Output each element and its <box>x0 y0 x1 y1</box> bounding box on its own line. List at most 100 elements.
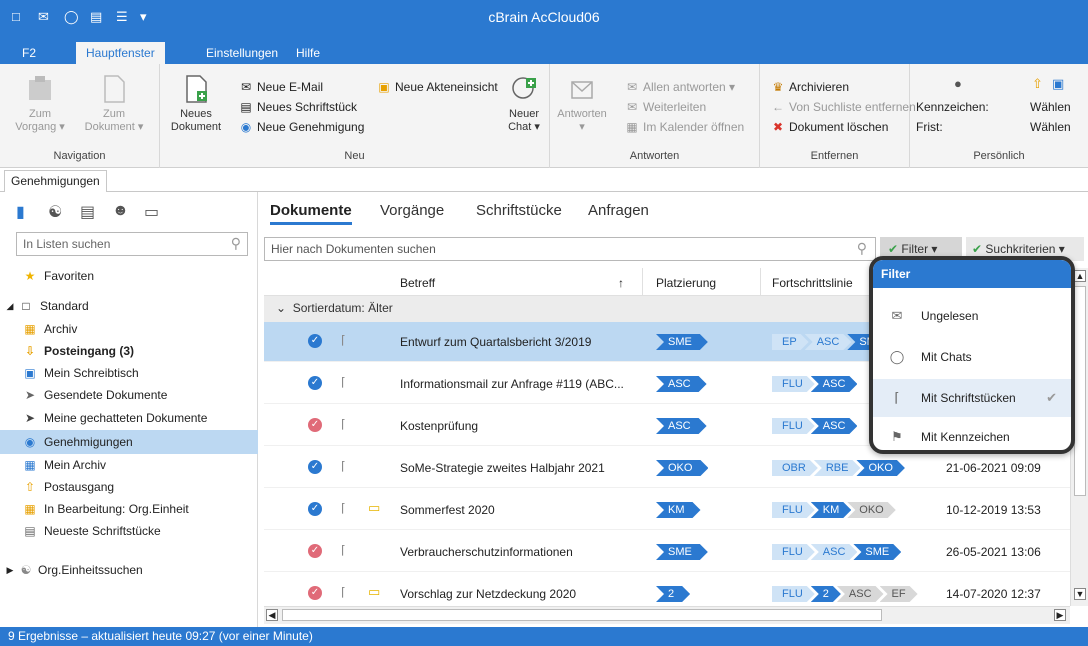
progress-step: OKO <box>856 460 904 476</box>
antworten-button[interactable]: Antworten ▾ <box>552 74 612 134</box>
file-access-icon: ▣ <box>378 80 390 94</box>
scroll-left-icon[interactable]: ◀ <box>266 609 278 621</box>
neuer-chat-button[interactable]: Neuer Chat ▾ <box>494 74 554 134</box>
row-progress-line: FLU ASC <box>772 376 853 392</box>
tree-item-favoriten[interactable]: ★ Favoriten <box>0 264 258 288</box>
tree-item-in-bearbeitung[interactable]: ▦ In Bearbeitung: Org.Einheit <box>0 498 258 520</box>
new-document-icon <box>186 75 207 103</box>
list-icon[interactable]: ▤ <box>80 202 95 222</box>
tree-item-neueste-schriftstuecke[interactable]: ▤ Neueste Schriftstücke <box>0 520 258 542</box>
row-betreff: Informationsmail zur Anfrage #119 (ABC..… <box>400 377 624 391</box>
scroll-right-icon[interactable]: ▶ <box>1054 609 1066 621</box>
people-icon[interactable]: ☻ <box>112 202 129 220</box>
table-row[interactable]: ✓ ⌈ Verbraucherschutzinformationen SME FLU AS… <box>264 532 1070 572</box>
chevron-down-icon[interactable]: ⌄ <box>276 301 286 315</box>
column-separator[interactable] <box>760 268 761 296</box>
progress-step: ASC <box>811 418 858 434</box>
tree-item-mein-schreibtisch[interactable]: ▣ Mein Schreibtisch <box>0 362 258 384</box>
filter-item-mit-kennzeichen[interactable]: ⚑ Mit Kennzeichen <box>873 418 1071 450</box>
paperclip-icon: ⌈ <box>341 585 346 599</box>
collapse-arrow-icon[interactable]: ◢ <box>2 294 18 318</box>
paperclip-icon: ⌈ <box>341 459 346 473</box>
document-outline-icon <box>104 75 125 103</box>
star-icon: ★ <box>24 269 36 283</box>
neues-dokument-button[interactable]: Neues Dokument <box>166 74 226 134</box>
tab-f2[interactable]: F2 <box>12 42 46 64</box>
folder-icon: ▭ <box>368 584 381 599</box>
tab-genehmigungen[interactable]: Genehmigungen <box>4 170 107 192</box>
im-kalender-button[interactable]: ▦ Im Kalender öffnen <box>624 118 744 136</box>
document-search-input[interactable]: Hier nach Dokumenten suchen ⚲ <box>264 237 876 261</box>
hscroll-thumb[interactable] <box>282 609 882 621</box>
search-icon[interactable]: ⚲ <box>231 235 241 252</box>
progress-step: FLU <box>772 502 815 518</box>
zum-dokument-button[interactable]: Zum Dokument ▾ <box>84 74 144 134</box>
chat-arrow-icon: ➤ <box>24 411 36 425</box>
tree-item-standard[interactable]: ◢ □ Standard <box>0 294 258 318</box>
table-row[interactable]: ✓ ⌈ ▭ Sommerfest 2020 KM FLU KM OKO 10-12-2019 1… <box>264 490 1070 530</box>
folder-icon: ▭ <box>368 500 381 515</box>
ribbon-tabs: F2 Hauptfenster Einstellungen Hilfe <box>0 36 1088 64</box>
org-tree-icon[interactable]: ☯ <box>48 202 62 222</box>
search-icon[interactable]: ⚲ <box>857 240 867 257</box>
tree-item-gechattete[interactable]: ➤ Meine gechatteten Dokumente <box>0 406 258 430</box>
desk-icon[interactable]: ▣ <box>1052 76 1064 92</box>
tree-item-org-einheitssuchen[interactable]: ▶ ☯ Org.Einheitssuchen <box>0 558 258 582</box>
archivieren-button[interactable]: ♛ Archivieren <box>770 78 849 96</box>
tree-item-genehmigungen[interactable]: ◉ Genehmigungen <box>0 430 258 454</box>
scroll-thumb[interactable] <box>1074 286 1086 496</box>
tab-hauptfenster[interactable]: Hauptfenster <box>76 42 165 64</box>
list-search-input[interactable]: In Listen suchen ⚲ <box>16 232 248 256</box>
ribbon-group-persoenlich: ● ⇧ ▣ Kennzeichen: Wählen Frist: Wählen … <box>910 64 1088 168</box>
group-label-antworten: Antworten <box>629 150 680 162</box>
table-row[interactable]: ✓ ⌈ SoMe-Strategie zweites Halbjahr 2021 OK… <box>264 448 1070 488</box>
group-label-navigation: Navigation <box>53 150 106 162</box>
filter-item-mit-chats[interactable]: ◯ Mit Chats <box>873 338 1071 376</box>
row-platzierung-badge: ASC <box>656 376 707 392</box>
neues-schriftstueck-button[interactable]: ▤ Neues Schriftstück <box>238 98 357 116</box>
von-suchliste-button[interactable]: ← Von Suchliste entfernen <box>770 98 916 116</box>
in-progress-icon: ▦ <box>24 502 36 516</box>
horizontal-scrollbar[interactable]: ◀ ▶ <box>264 606 1070 624</box>
scroll-up-icon[interactable]: ▲ <box>1074 270 1086 282</box>
column-platzierung[interactable]: Platzierung <box>656 276 716 290</box>
tree-item-posteingang[interactable]: ⇩ Posteingang (3) <box>0 340 258 362</box>
dokument-loeschen-button[interactable]: ✖ Dokument löschen <box>770 118 888 136</box>
tree-item-archiv[interactable]: ▦ Archiv <box>0 318 258 340</box>
documents-icon[interactable]: ▮ <box>16 202 25 222</box>
weiterleiten-button[interactable]: ✉ Weiterleiten <box>624 98 706 116</box>
column-separator[interactable] <box>642 268 643 296</box>
upload-icon[interactable]: ⇧ <box>1032 76 1043 92</box>
progress-step: ASC <box>811 376 858 392</box>
frist-waehlen-button[interactable]: Wählen <box>1030 118 1071 136</box>
ribbon-group-neu: Neues Dokument ✉ Neue E-Mail ▤ Neues Schrif… <box>160 64 550 168</box>
tab-vorgaenge[interactable]: Vorgänge <box>380 202 444 219</box>
column-betreff[interactable]: Betreff <box>400 276 435 290</box>
neue-akteneinsicht-button[interactable]: ▣ Neue Akteneinsicht <box>376 78 497 96</box>
tab-hilfe[interactable]: Hilfe <box>286 42 330 64</box>
tab-schriftstuecke[interactable]: Schriftstücke <box>476 202 562 219</box>
tree-item-mein-archiv[interactable]: ▦ Mein Archiv <box>0 454 258 476</box>
expand-arrow-icon[interactable]: ▶ <box>2 558 18 582</box>
row-platzierung-badge: SME <box>656 334 708 350</box>
tab-einstellungen[interactable]: Einstellungen <box>196 42 288 64</box>
tab-anfragen[interactable]: Anfragen <box>588 202 649 219</box>
tree-item-gesendete[interactable]: ➤ Gesendete Dokumente <box>0 384 258 406</box>
neue-email-button[interactable]: ✉ Neue E-Mail <box>238 78 323 96</box>
sort-arrow-icon[interactable]: ↑ <box>618 276 624 290</box>
tree-item-postausgang[interactable]: ⇧ Postausgang <box>0 476 258 498</box>
envelope-icon: ✉ <box>891 308 903 323</box>
allen-antworten-button[interactable]: ✉ Allen antworten ▾ <box>624 78 735 96</box>
tab-dokumente[interactable]: Dokumente <box>270 202 352 225</box>
filter-item-ungelesen[interactable]: ✉ Ungelesen <box>873 297 1071 335</box>
neue-genehmigung-button[interactable]: ◉ Neue Genehmigung <box>238 118 365 136</box>
zum-vorgang-button[interactable]: Zum Vorgang ▾ <box>10 74 70 134</box>
filter-dropdown: Filter ✉ Ungelesen ◯ Mit Chats ⌈ Mit Schrif… <box>869 256 1075 454</box>
filter-item-mit-schriftstuecken[interactable]: ⌈ Mit Schriftstücken ✔ <box>873 379 1071 417</box>
kennzeichen-waehlen-button[interactable]: Wählen <box>1030 98 1071 116</box>
frist-label: Frist: <box>916 120 943 134</box>
approval-ok-icon: ✓ <box>308 334 322 348</box>
scroll-down-icon[interactable]: ▼ <box>1074 588 1086 600</box>
folder-stack-icon[interactable]: ▭ <box>144 202 159 222</box>
column-fortschrittslinie[interactable]: Fortschrittslinie <box>772 276 853 290</box>
